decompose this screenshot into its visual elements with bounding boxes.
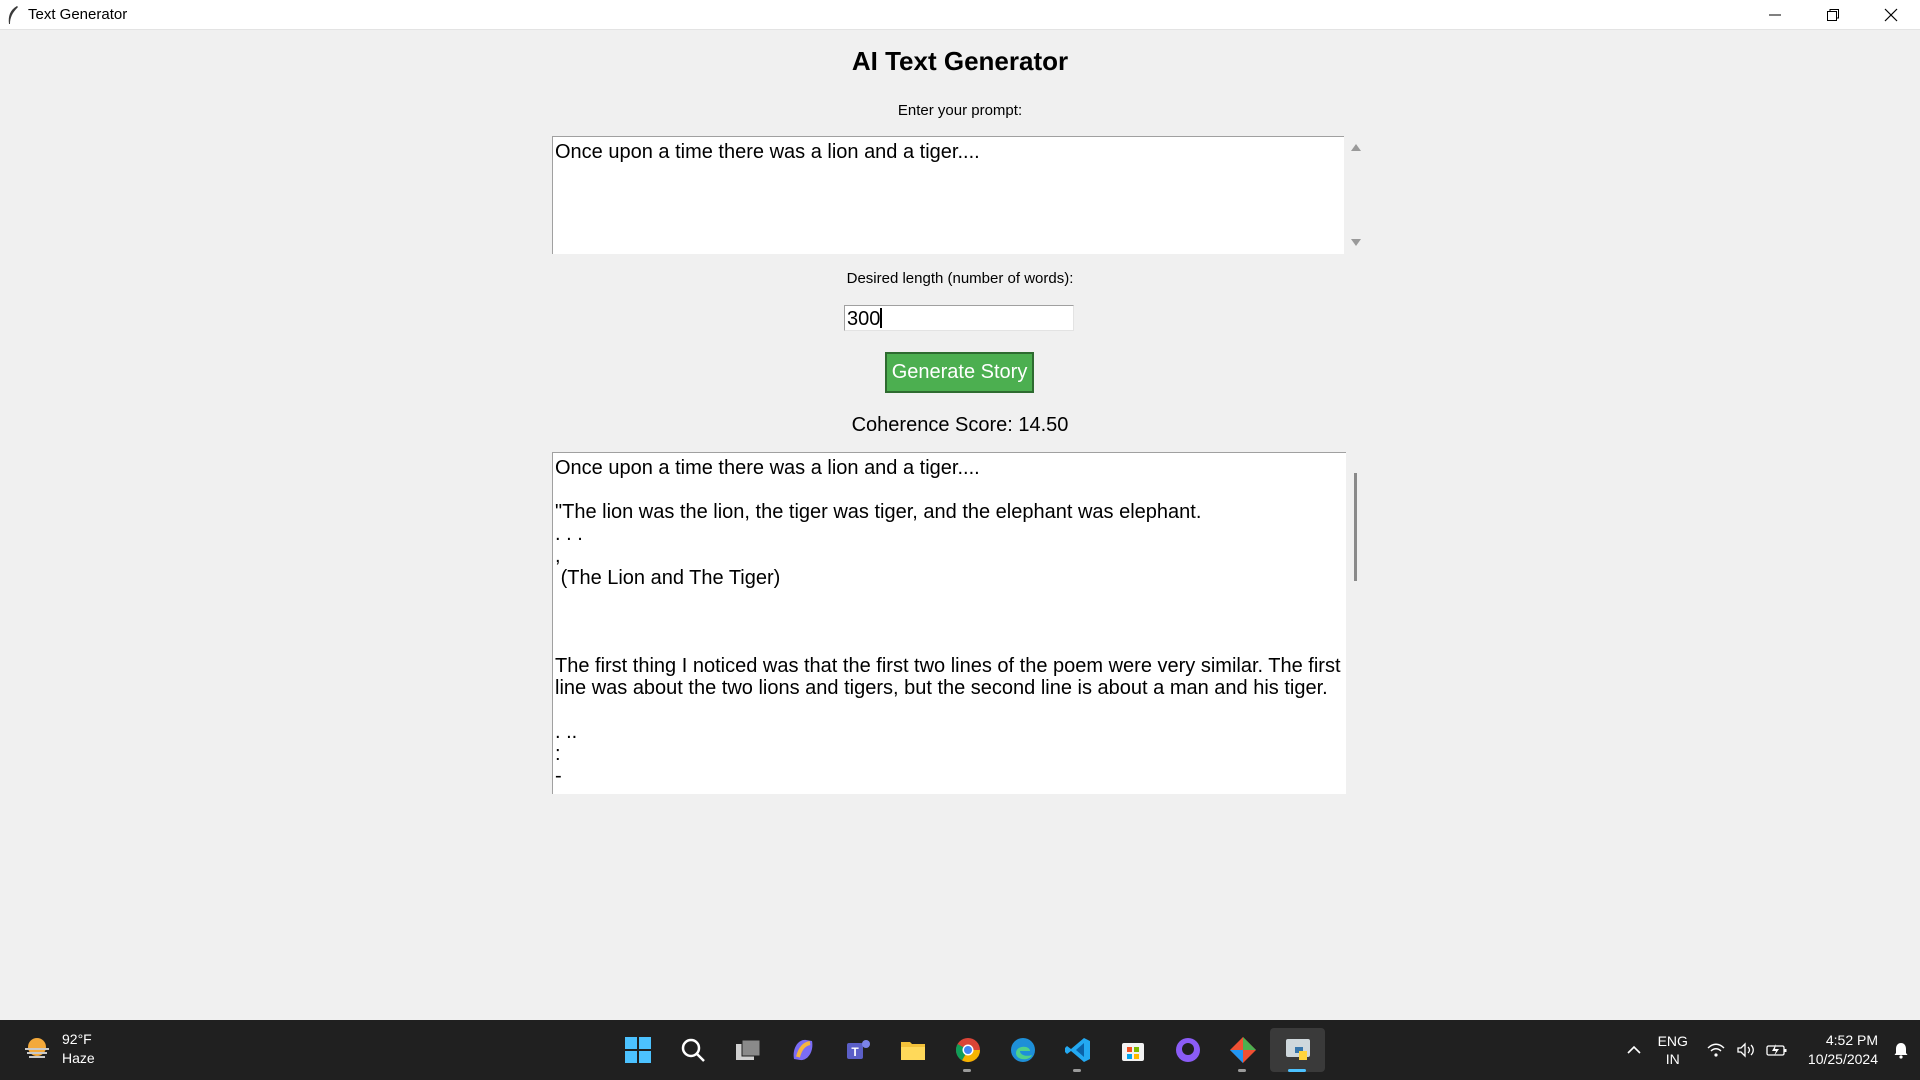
restore-icon — [1827, 9, 1839, 21]
python-button[interactable] — [1270, 1028, 1325, 1072]
length-input-value: 300 — [847, 308, 881, 330]
restore-button[interactable] — [1804, 0, 1862, 30]
close-button[interactable] — [1862, 0, 1920, 30]
language-code: ENG — [1657, 1033, 1688, 1049]
generate-story-button[interactable]: Generate Story — [885, 352, 1034, 393]
task-view-icon — [735, 1039, 760, 1060]
github-desktop-icon — [1175, 1038, 1200, 1062]
edge-button[interactable] — [995, 1028, 1050, 1072]
wifi-icon — [1707, 1043, 1725, 1057]
show-hidden-icons-button[interactable] — [1626, 1042, 1642, 1058]
copilot-icon — [793, 1039, 812, 1061]
chrome-button[interactable] — [940, 1028, 995, 1072]
store-icon — [1121, 1043, 1144, 1061]
battery-button[interactable] — [1766, 1042, 1788, 1058]
edge-icon — [1010, 1038, 1035, 1062]
prompt-textarea[interactable]: Once upon a time there was a lion and a … — [552, 136, 1344, 254]
wifi-button[interactable] — [1706, 1042, 1726, 1058]
minimize-button[interactable] — [1746, 0, 1804, 30]
git-icon — [1229, 1037, 1256, 1063]
weather-widget[interactable]: 92°F Haze — [22, 1030, 95, 1068]
feather-icon — [8, 5, 18, 24]
language-indicator[interactable]: ENG IN — [1658, 1032, 1688, 1068]
scroll-up-arrow-icon[interactable] — [1350, 142, 1362, 152]
output-scrollbar-thumb[interactable] — [1354, 473, 1357, 581]
battery-charging-icon — [1766, 1044, 1787, 1056]
teams-button[interactable]: T — [830, 1028, 885, 1072]
search-icon — [681, 1038, 705, 1062]
coherence-score: Coherence Score: 14.50 — [851, 414, 1069, 436]
prompt-label: Enter your prompt: — [897, 102, 1023, 119]
task-view-button[interactable] — [720, 1028, 775, 1072]
length-label: Desired length (number of words): — [846, 270, 1074, 287]
clock[interactable]: 4:52 PM 10/25/2024 — [1808, 1031, 1878, 1069]
notifications-button[interactable] — [1892, 1041, 1910, 1059]
app-window: AI Text Generator Enter your prompt: Onc… — [0, 30, 1920, 1020]
taskbar: 92°F Haze T ENG IN 4:52 PM 10/25/2024 — [0, 1020, 1920, 1080]
git-button[interactable] — [1215, 1028, 1270, 1072]
chrome-icon — [955, 1038, 980, 1063]
github-desktop-button[interactable] — [1160, 1028, 1215, 1072]
file-explorer-icon — [900, 1042, 925, 1060]
svg-text:T: T — [851, 1045, 859, 1059]
teams-icon: T — [846, 1040, 870, 1059]
scroll-down-arrow-icon[interactable] — [1350, 238, 1362, 248]
file-explorer-button[interactable] — [885, 1028, 940, 1072]
clock-date: 10/25/2024 — [1807, 1051, 1878, 1067]
window-title: Text Generator — [28, 6, 128, 23]
output-textarea[interactable]: Once upon a time there was a lion and a … — [552, 452, 1346, 794]
python-icon — [1285, 1039, 1310, 1060]
volume-icon — [1737, 1042, 1754, 1058]
start-button[interactable] — [610, 1028, 665, 1072]
page-title: AI Text Generator — [851, 46, 1069, 76]
weather-temp: 92°F — [62, 1031, 92, 1047]
start-icon — [624, 1037, 651, 1063]
region-code: IN — [1665, 1051, 1680, 1067]
close-icon — [1884, 8, 1898, 22]
bell-icon — [1894, 1043, 1908, 1059]
clock-time: 4:52 PM — [1825, 1032, 1878, 1048]
vscode-button[interactable] — [1050, 1028, 1105, 1072]
search-button[interactable] — [665, 1028, 720, 1072]
text-caret — [880, 308, 883, 329]
haze-sun-icon — [25, 1038, 49, 1058]
title-bar: Text Generator — [0, 0, 1920, 30]
length-input[interactable]: 300 — [844, 305, 1074, 331]
chevron-up-icon — [1627, 1045, 1641, 1054]
store-button[interactable] — [1105, 1028, 1160, 1072]
weather-desc: Haze — [62, 1050, 95, 1066]
minimize-icon — [1769, 14, 1781, 16]
copilot-button[interactable] — [775, 1028, 830, 1072]
volume-button[interactable] — [1736, 1042, 1756, 1058]
vscode-icon — [1064, 1038, 1090, 1062]
